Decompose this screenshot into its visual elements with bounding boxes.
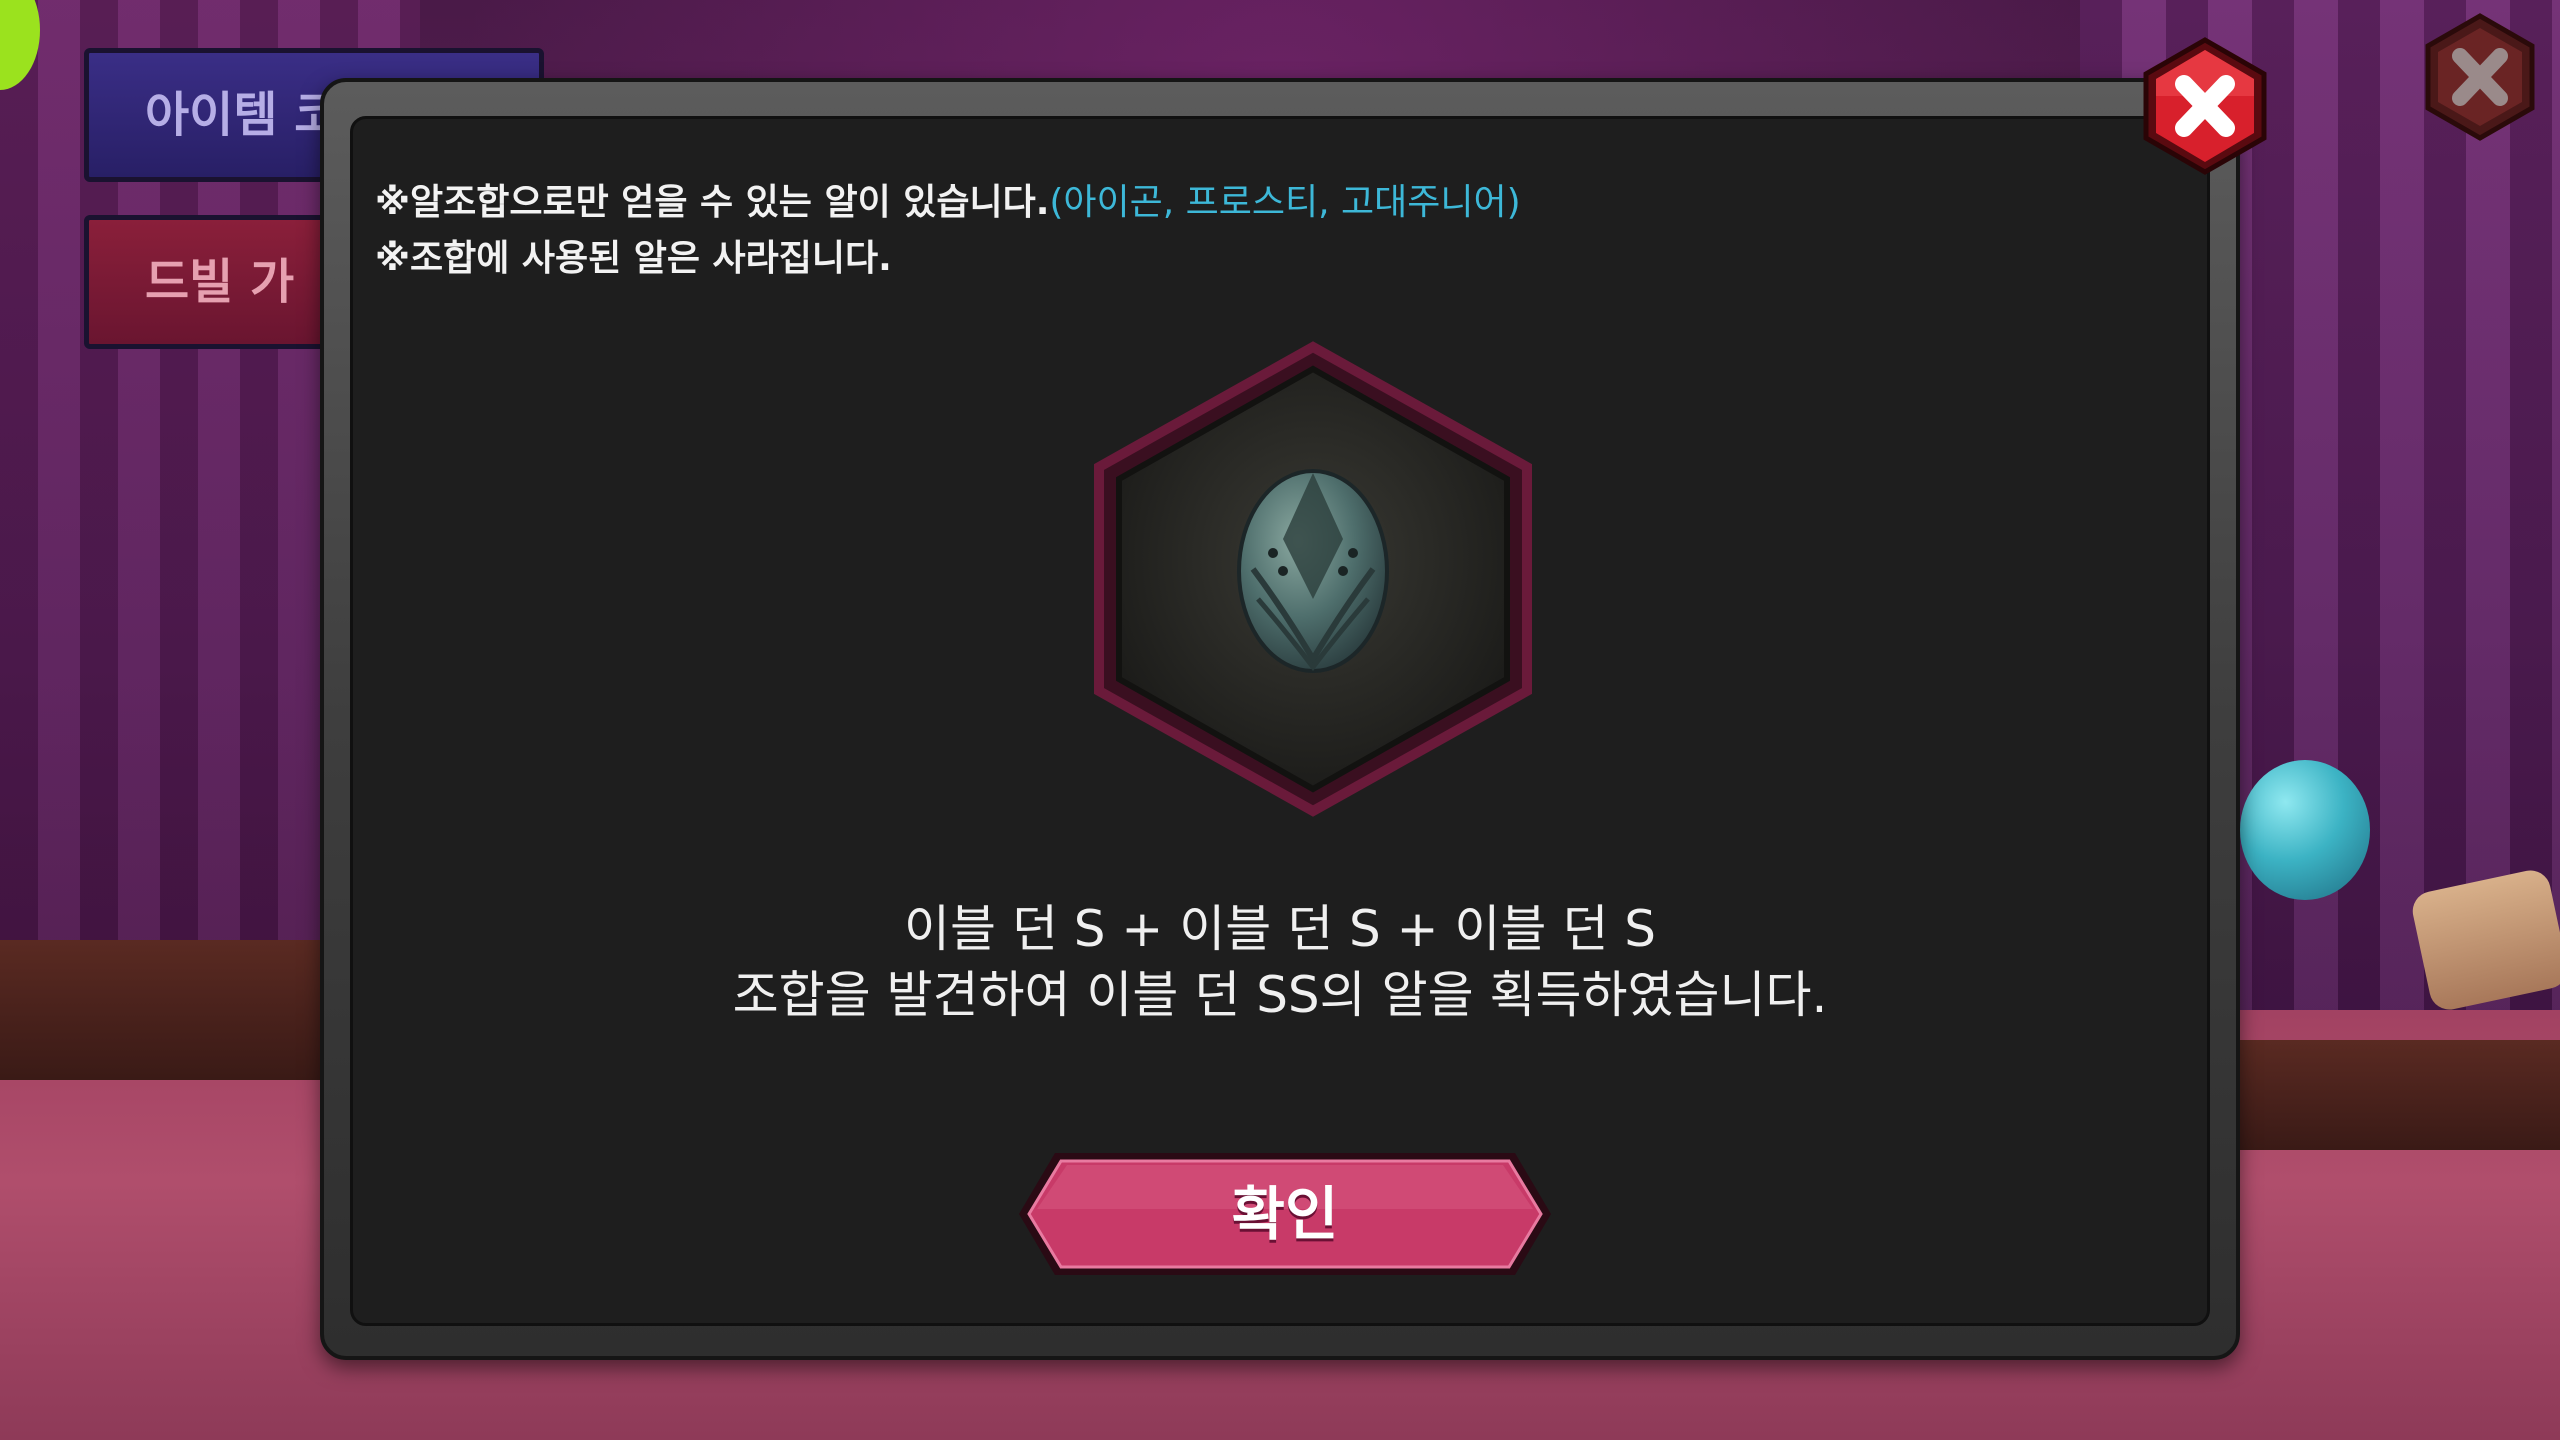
result-message: 조합을 발견하여 이블 던 SS의 알을 획득하였습니다. <box>732 966 1828 1024</box>
confirm-button[interactable]: 확인 <box>1015 1149 1555 1279</box>
game-screen: 아이템 코 드빌 가 ※알조합으로만 얻을 수 있는 알이 있습니다.(아이곤,… <box>0 0 2560 1440</box>
dark-egg-icon <box>1237 469 1389 673</box>
drill-tab-label: 드빌 가 <box>145 254 295 310</box>
close-x-icon[interactable] <box>2140 36 2270 176</box>
notice-egg-list: (아이곤, 프로스티, 고대주니어) <box>1049 182 1521 223</box>
egg-combine-result-dialog: ※알조합으로만 얻을 수 있는 알이 있습니다.(아이곤, 프로스티, 고대주니… <box>320 78 2240 1360</box>
confirm-label: 확인 <box>1231 1180 1339 1248</box>
crystal-orb <box>2240 760 2370 900</box>
item-tab-label: 아이템 코 <box>145 87 339 143</box>
egg-badge <box>1094 341 1532 817</box>
combination-formula: 이블 던 S + 이블 던 S + 이블 던 S <box>904 900 1656 958</box>
dialog-panel: ※알조합으로만 얻을 수 있는 알이 있습니다.(아이곤, 프로스티, 고대주니… <box>350 116 2210 1326</box>
notice-line-2: ※조합에 사용된 알은 사라집니다. <box>375 238 892 279</box>
notice-line-1-text: ※알조합으로만 얻을 수 있는 알이 있습니다. <box>375 182 1050 223</box>
notice-line-1: ※알조합으로만 얻을 수 있는 알이 있습니다.(아이곤, 프로스티, 고대주니… <box>375 173 1521 225</box>
background-close-icon[interactable] <box>2420 12 2540 142</box>
